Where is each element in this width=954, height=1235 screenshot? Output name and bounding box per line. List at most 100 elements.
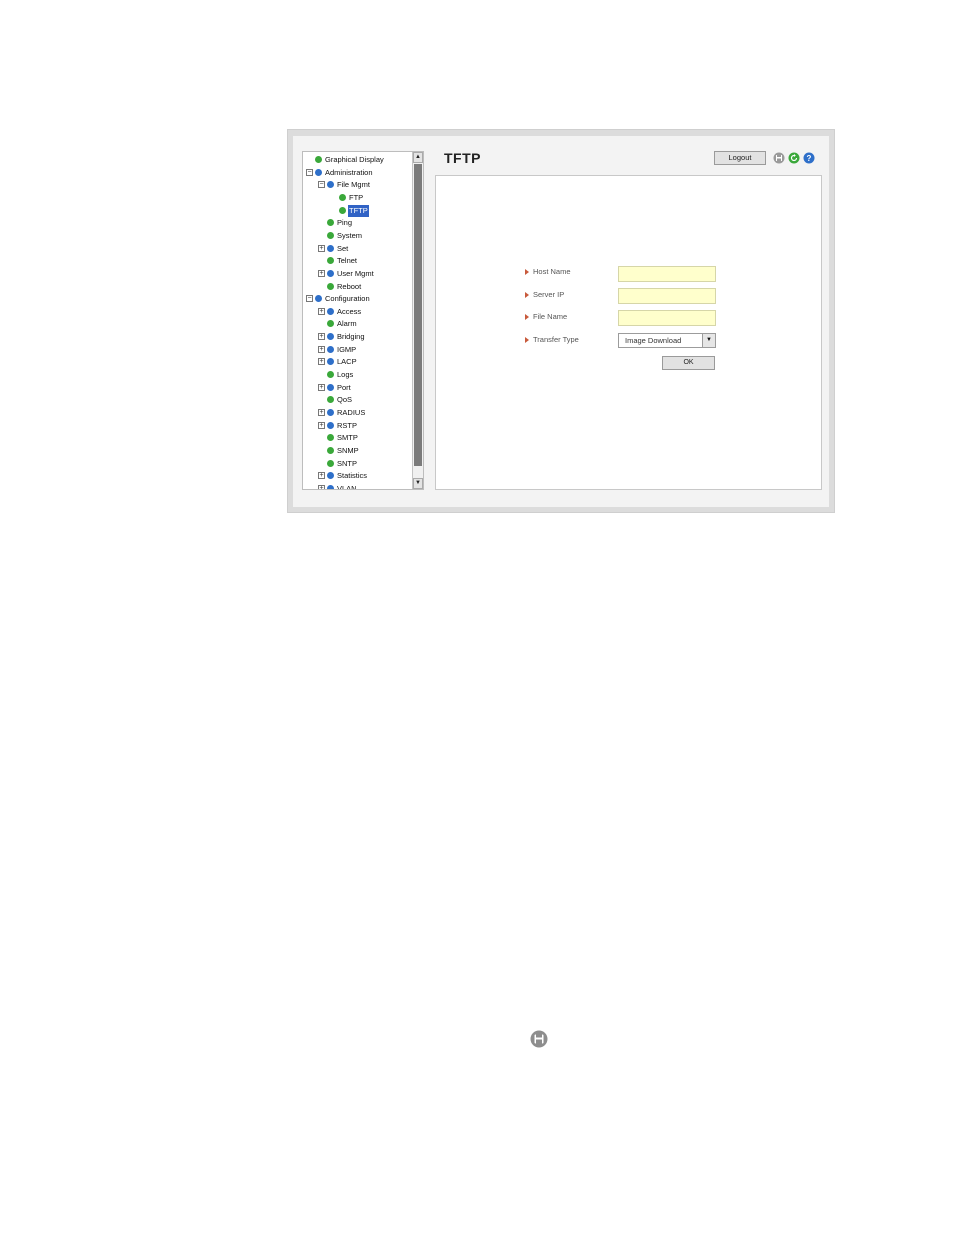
folder-icon — [327, 181, 334, 189]
tree-item-label: Graphical Display — [325, 155, 384, 164]
folder-icon — [327, 244, 334, 252]
file-name-input[interactable] — [618, 310, 716, 326]
tree-item-label: User Mgmt — [337, 268, 374, 278]
transfer-type-select[interactable]: Image Download ▼ — [618, 333, 716, 348]
expand-icon[interactable]: + — [318, 269, 325, 277]
scroll-down-button[interactable]: ▼ — [413, 478, 423, 489]
svg-text:?: ? — [807, 154, 812, 163]
tree-item-label: SMTP — [337, 433, 358, 443]
help-icon[interactable]: ? — [803, 152, 815, 164]
page-icon — [327, 320, 334, 328]
tree-item-label: SNTP — [337, 458, 358, 468]
page-icon — [327, 219, 334, 227]
tree-item-label: Telnet — [337, 256, 358, 266]
expand-icon[interactable]: + — [318, 484, 325, 489]
tree-item-label: LACP — [337, 357, 357, 367]
collapse-icon[interactable]: − — [306, 168, 313, 176]
tree-item-label: Logs — [337, 370, 354, 380]
chevron-down-icon[interactable]: ▼ — [702, 334, 715, 347]
tree-item-label: IGMP — [337, 344, 357, 354]
tree-item-label: File Mgmt — [337, 180, 370, 190]
expand-icon[interactable]: + — [318, 409, 325, 416]
page-icon — [327, 231, 334, 239]
server-ip-label: Server IP — [525, 289, 564, 301]
expand-icon[interactable]: + — [318, 472, 325, 480]
page-icon — [315, 156, 322, 163]
tree-item-label: RSTP — [337, 420, 358, 430]
expand-icon[interactable]: + — [318, 244, 325, 252]
page-icon — [327, 446, 334, 454]
transfer-type-value: Image Download — [625, 336, 682, 345]
page-icon — [327, 434, 334, 442]
arrow-right-icon — [525, 269, 529, 276]
collapse-icon[interactable]: − — [318, 181, 325, 189]
host-name-label-text: Host Name — [533, 267, 571, 276]
page-icon — [327, 396, 334, 404]
tree-item-label: FTP — [349, 192, 364, 202]
folder-icon — [327, 472, 334, 480]
page-icon — [327, 371, 334, 379]
app-inner: Graphical Display − Administration − File Mg… — [293, 136, 829, 507]
folder-icon — [327, 383, 334, 391]
server-ip-input[interactable] — [618, 288, 716, 304]
file-name-label-text: File Name — [533, 312, 568, 321]
logout-button[interactable]: Logout — [714, 151, 766, 165]
expand-icon[interactable]: + — [318, 307, 325, 315]
expand-icon[interactable]: + — [318, 333, 325, 341]
folder-icon — [327, 358, 334, 366]
app-frame: Graphical Display − Administration − File Mg… — [287, 129, 835, 513]
expand-icon[interactable]: + — [318, 345, 325, 353]
host-name-label: Host Name — [525, 266, 571, 278]
folder-icon — [327, 484, 334, 489]
page-title: TFTP — [444, 150, 481, 166]
folder-icon — [327, 409, 334, 416]
folder-icon — [327, 345, 334, 353]
tree-item-label: Configuration — [325, 294, 370, 304]
arrow-right-icon — [525, 292, 529, 299]
tree-item-label: Access — [337, 306, 362, 316]
tree-scrollbar[interactable]: ▲ ▼ — [412, 152, 423, 489]
tree-item-label: Statistics — [337, 471, 368, 481]
folder-icon — [327, 333, 334, 341]
page-icon — [327, 257, 334, 265]
tree-item-label: QoS — [337, 395, 353, 405]
tree-item-label: Reboot — [337, 281, 362, 291]
nav-tree: Graphical Display − Administration − File Mg… — [302, 151, 424, 490]
transfer-type-label-text: Transfer Type — [533, 335, 579, 344]
collapse-icon[interactable]: − — [306, 295, 313, 303]
scroll-up-button[interactable]: ▲ — [413, 152, 423, 163]
tree-item-label: RADIUS — [337, 408, 366, 417]
expand-icon[interactable]: + — [318, 358, 325, 366]
folder-icon — [315, 295, 322, 303]
refresh-icon[interactable] — [788, 152, 800, 164]
expand-icon[interactable]: + — [318, 383, 325, 391]
ok-button[interactable]: OK — [662, 356, 715, 370]
page-icon — [327, 459, 334, 467]
folder-icon — [327, 307, 334, 315]
tree-item-label: Ping — [337, 218, 353, 228]
tree-item-label: SNMP — [337, 445, 359, 455]
save-icon — [530, 1030, 548, 1048]
folder-icon — [327, 421, 334, 429]
arrow-right-icon — [525, 314, 529, 321]
page-icon — [327, 282, 334, 290]
tree-item-label: Set — [337, 243, 349, 253]
tree-item-label: Port — [337, 382, 351, 392]
scroll-thumb[interactable] — [414, 164, 422, 466]
tree-item-label: Bridging — [337, 332, 365, 342]
host-name-input[interactable] — [618, 266, 716, 282]
transfer-type-label: Transfer Type — [525, 334, 579, 346]
page-icon — [339, 206, 346, 214]
tree-item-label: Administration — [325, 167, 373, 177]
tree-item-label: System — [337, 230, 363, 240]
server-ip-label-text: Server IP — [533, 290, 565, 299]
content-panel: Host Name Server IP File Name Transfer T… — [435, 175, 822, 490]
folder-icon — [315, 168, 322, 176]
page-icon — [339, 193, 346, 201]
file-name-label: File Name — [525, 311, 567, 323]
save-icon[interactable] — [773, 152, 785, 164]
expand-icon[interactable]: + — [318, 421, 325, 429]
tree-item-label: VLAN — [337, 483, 357, 490]
folder-icon — [327, 269, 334, 277]
tree-item-label: Alarm — [337, 319, 357, 329]
